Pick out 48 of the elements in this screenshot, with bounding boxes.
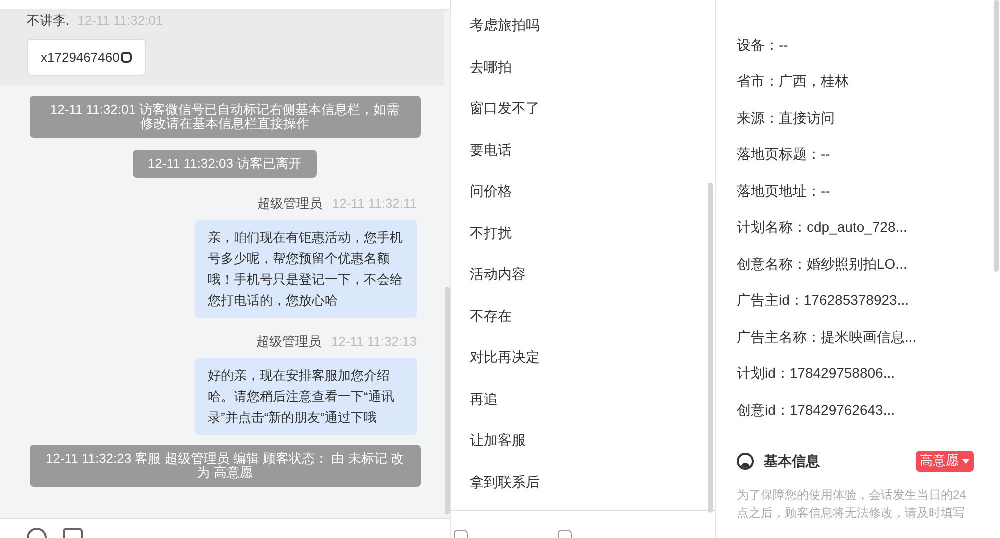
- status-dropdown[interactable]: 高意愿: [916, 450, 974, 472]
- sender-name: 超级管理员: [256, 333, 322, 352]
- image-icon[interactable]: [63, 528, 83, 538]
- info-field: 创意id：178429762643...: [737, 392, 1000, 428]
- quick-reply-item[interactable]: 去哪拍: [470, 46, 715, 88]
- info-field: 创意名称：婚纱照别拍LO...: [737, 246, 1000, 282]
- scrollbar[interactable]: [994, 0, 999, 272]
- info-field: 落地页标题：--: [737, 136, 1000, 173]
- message-time: 12-11 11:32:13: [331, 333, 417, 352]
- user-icon: [737, 452, 754, 470]
- section-title: 基本信息: [764, 452, 821, 470]
- quick-reply-item[interactable]: 让加客服: [470, 420, 715, 462]
- quick-reply-item[interactable]: 对比再决定: [470, 337, 715, 378]
- system-notice: 12-11 11:32:01 访客微信号已自动标记右侧基本信息栏，如需修改请在基本信息栏直接操作: [30, 96, 420, 138]
- info-field: 来源：直接访问: [737, 100, 1000, 136]
- quick-reply-item[interactable]: 窗口发不了: [470, 88, 715, 130]
- info-field: 广告主名称：提米映画信息...: [737, 319, 1000, 356]
- quick-reply-item[interactable]: 不打扰: [470, 212, 715, 254]
- wechat-id: x1729467460: [41, 48, 120, 67]
- info-field: 设备：--: [737, 27, 1000, 64]
- notice-text: 为了保障您的使用体验，会话发生当日的24点之后，顾客信息将无法修改，请及时填写: [737, 486, 968, 522]
- message-bubble: 好的亲，现在安排客服加您介绍哈。请您稍后注意查看一下“通讯录”并点击“新的朋友”通过下哦: [195, 358, 417, 435]
- quick-reply-item[interactable]: 再追: [470, 378, 715, 420]
- system-notice: 12-11 11:32:23 客服 超级管理员 编辑 顾客状态： 由 未标记 改为 高意愿: [30, 445, 420, 487]
- info-field: 计划名称：cdp_auto_728...: [737, 210, 1000, 246]
- sender-name: 超级管理员: [257, 195, 322, 214]
- scrollbar[interactable]: [445, 287, 450, 515]
- quick-reply-item[interactable]: 问价格: [470, 171, 715, 212]
- info-field: 广告主id：176285378923...: [737, 282, 1000, 319]
- info-field: 落地页地址：--: [737, 173, 1000, 210]
- emoji-icon[interactable]: [27, 528, 47, 538]
- quick-reply-item[interactable]: 活动内容: [470, 254, 715, 296]
- quick-reply-item[interactable]: 拿到联系后: [470, 462, 715, 503]
- info-field: 省市：广西，桂林: [737, 64, 1000, 100]
- wechat-id-card[interactable]: x1729467460: [27, 39, 146, 76]
- checkbox[interactable]: [558, 530, 572, 538]
- copy-icon[interactable]: [120, 52, 132, 63]
- checkbox[interactable]: [454, 530, 468, 538]
- message-bubble: 亲，咱们现在有钜惠活动，您手机号多少呢，帮您预留个优惠名额哦！手机号只是登记一下，不会给您打电话的，您放心哈: [195, 220, 417, 318]
- info-field: 计划id：178429758806...: [737, 356, 1000, 392]
- quick-reply-item[interactable]: 考虑旅拍吗: [470, 5, 715, 46]
- quick-reply-item[interactable]: 要电话: [470, 130, 715, 171]
- system-notice: 12-11 11:32:03 访客已离开: [132, 150, 318, 178]
- message-time: 12-11 11:32:11: [332, 195, 417, 214]
- caret-icon: [962, 458, 970, 464]
- scrollbar[interactable]: [708, 183, 713, 513]
- quick-reply-item[interactable]: 不存在: [470, 296, 715, 337]
- sender-name: 不讲李.: [27, 12, 70, 30]
